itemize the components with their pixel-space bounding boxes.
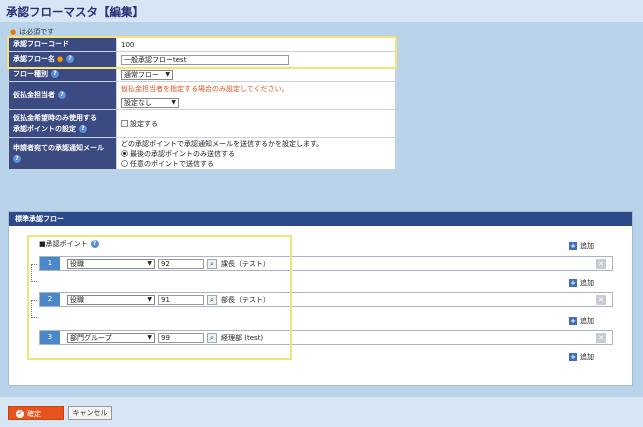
- payee-label: 仮払金担当者?: [8, 81, 117, 110]
- plus-icon: +: [569, 242, 577, 250]
- add-point-button[interactable]: + 追加: [569, 241, 594, 251]
- delete-button[interactable]: ✕: [596, 259, 606, 269]
- flow-type-label: フロー種別?: [8, 67, 117, 82]
- advance-point-cell: 設定する: [116, 109, 396, 138]
- highlight-box: [27, 235, 292, 360]
- payee-note: 仮払金担当者を指定する場合のみ設定してください。: [121, 84, 289, 93]
- help-icon[interactable]: ?: [13, 154, 21, 163]
- add-point-button[interactable]: + 追加: [569, 278, 594, 288]
- plus-icon: +: [569, 353, 577, 361]
- advance-point-checkbox[interactable]: [121, 120, 128, 127]
- add-point-button[interactable]: + 追加: [569, 352, 594, 362]
- help-icon[interactable]: ?: [51, 70, 59, 78]
- flow-type-select[interactable]: 通常フロー ▼: [121, 69, 173, 80]
- check-icon: ✔: [16, 410, 24, 418]
- confirm-button[interactable]: ✔ 確定: [8, 406, 64, 420]
- notify-option-any[interactable]: 任意のポイントで送信する: [121, 159, 391, 169]
- add-point-button[interactable]: + 追加: [569, 316, 594, 326]
- help-icon[interactable]: ?: [58, 91, 66, 99]
- delete-button[interactable]: ✕: [596, 333, 606, 343]
- notify-cell: どの承認ポイントで承認通知メールを送信するかを設定します。 最後の承認ポイントの…: [116, 137, 396, 170]
- delete-button[interactable]: ✕: [596, 295, 606, 305]
- advance-point-checkbox-label: 設定する: [130, 119, 158, 128]
- notify-label: 申請者宛ての承認通知メール?: [8, 137, 117, 170]
- help-icon[interactable]: ?: [79, 124, 87, 133]
- plus-icon: +: [569, 317, 577, 325]
- radio-selected[interactable]: [121, 150, 128, 157]
- highlight-box: [7, 36, 397, 69]
- chevron-down-icon: ▼: [165, 70, 170, 78]
- notify-option-last[interactable]: 最後の承認ポイントのみ送信する: [121, 149, 391, 159]
- panel-title: 標準承認フロー: [9, 212, 632, 226]
- required-star-icon: ●: [10, 28, 17, 36]
- required-note-text: は必須です: [19, 28, 55, 36]
- radio-unselected[interactable]: [121, 160, 128, 167]
- flow-type-cell: 通常フロー ▼: [116, 67, 396, 82]
- payee-cell: 仮払金担当者を指定する場合のみ設定してください。 設定なし ▼: [116, 81, 396, 110]
- plus-icon: +: [569, 279, 577, 287]
- notify-description: どの承認ポイントで承認通知メールを送信するかを設定します。: [121, 139, 324, 148]
- payee-select[interactable]: 設定なし ▼: [121, 97, 179, 108]
- chevron-down-icon: ▼: [171, 98, 176, 106]
- page-title: 承認フローマスタ【編集】: [6, 5, 144, 19]
- advance-point-label: 仮払金希望時のみ使用する 承認ポイントの設定?: [8, 109, 117, 138]
- cancel-button[interactable]: キャンセル: [68, 406, 112, 420]
